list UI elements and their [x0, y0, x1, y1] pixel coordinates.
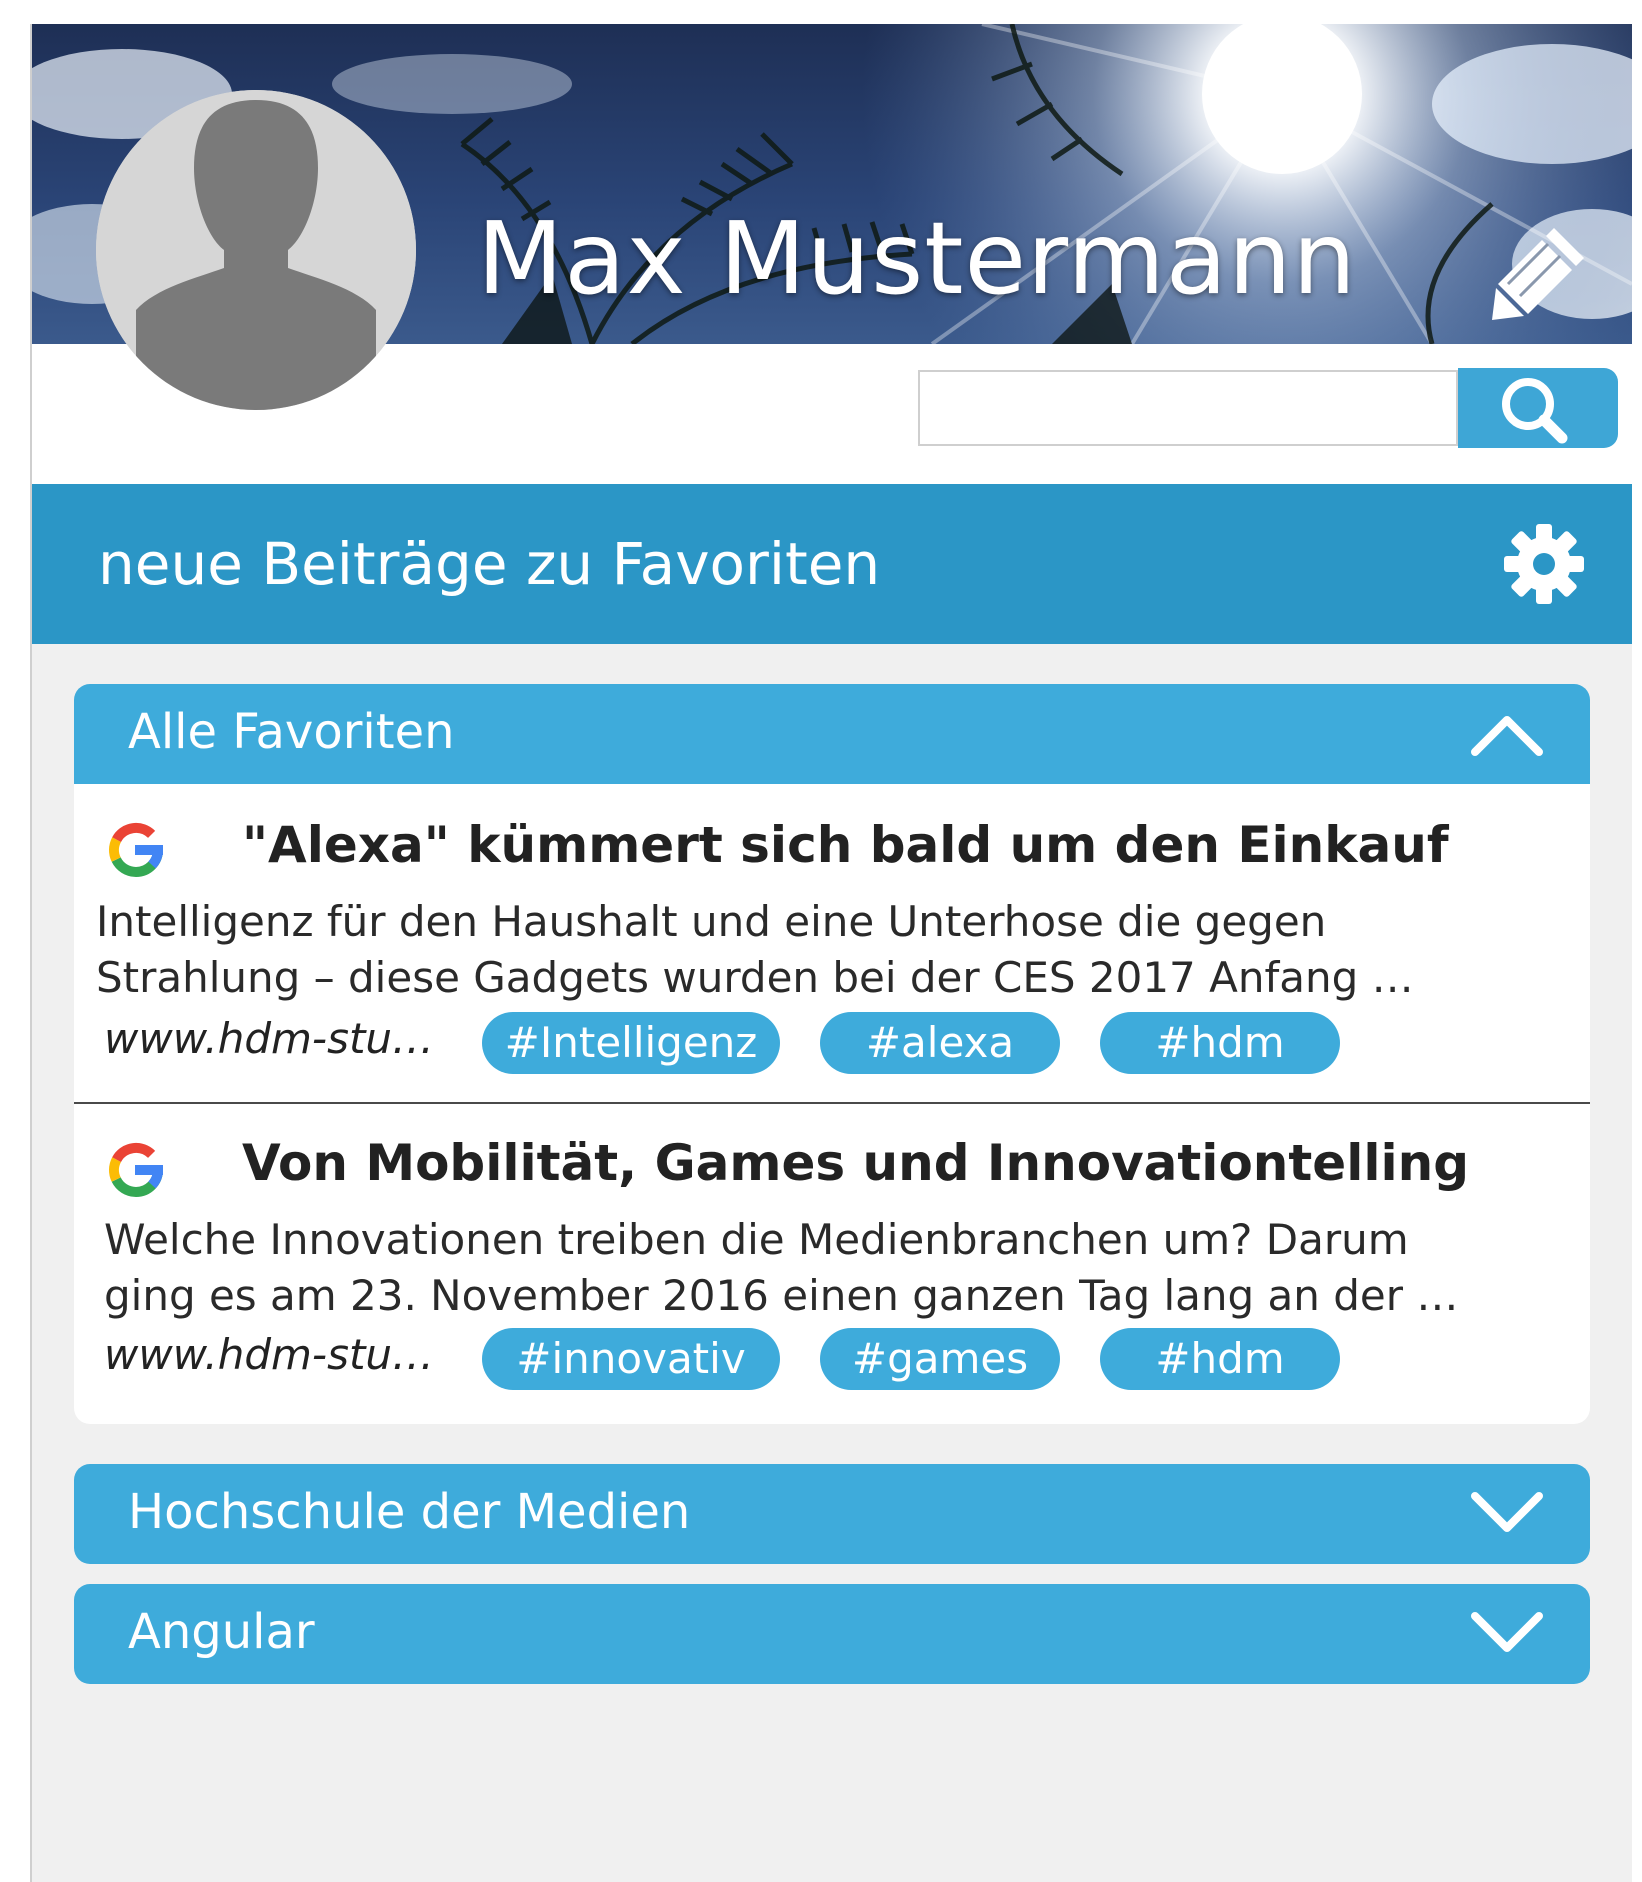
- favorites-app: Max Mustermann neue Beiträge zu Favorite…: [30, 24, 1632, 1882]
- article-title[interactable]: "Alexa" kümmert sich bald um den Einkauf: [242, 816, 1449, 874]
- favorites-group-hdm: Hochschule der Medien: [74, 1464, 1590, 1564]
- accordion-label: Hochschule der Medien: [128, 1484, 691, 1540]
- tag-innovativ[interactable]: #innovativ: [482, 1328, 780, 1390]
- tag-intelligenz[interactable]: #Intelligenz: [482, 1012, 780, 1074]
- tag-hdm[interactable]: #hdm: [1100, 1328, 1340, 1390]
- accordion-header-all-favorites[interactable]: Alle Favoriten: [74, 684, 1590, 784]
- profile-name: Max Mustermann: [477, 200, 1357, 317]
- search-button[interactable]: [1458, 368, 1618, 448]
- favorites-group-angular: Angular: [74, 1584, 1590, 1684]
- gear-icon: [1504, 524, 1584, 604]
- avatar[interactable]: [96, 90, 416, 410]
- tag-alexa[interactable]: #alexa: [820, 1012, 1060, 1074]
- article-url[interactable]: www.hdm-stu…: [104, 1014, 434, 1063]
- article-excerpt-line-1: Intelligenz für den Haushalt und eine Un…: [96, 897, 1327, 946]
- pencil-icon: [1492, 228, 1584, 320]
- tag-games[interactable]: #games: [820, 1328, 1060, 1390]
- accordion-header-hochschule-der-medien[interactable]: Hochschule der Medien: [74, 1464, 1590, 1564]
- chevron-down-icon: [1471, 1612, 1543, 1652]
- article-url[interactable]: www.hdm-stu…: [104, 1330, 434, 1379]
- chevron-down-icon: [1471, 1492, 1543, 1532]
- search-input[interactable]: [918, 370, 1458, 446]
- article-excerpt-line-2: ging es am 23. November 2016 einen ganze…: [104, 1271, 1459, 1320]
- section-header: neue Beiträge zu Favoriten: [32, 484, 1632, 644]
- article-title[interactable]: Von Mobilität, Games und Innovationtelli…: [242, 1134, 1469, 1192]
- accordion-header-angular[interactable]: Angular: [74, 1584, 1590, 1684]
- article-item[interactable]: "Alexa" kümmert sich bald um den Einkauf…: [74, 784, 1590, 1104]
- accordion-body-all-favorites: "Alexa" kümmert sich bald um den Einkauf…: [74, 784, 1590, 1424]
- article-excerpt-line-2: Strahlung – diese Gadgets wurden bei der…: [96, 953, 1414, 1002]
- accordion-label: Angular: [128, 1604, 315, 1660]
- user-silhouette-icon: [96, 90, 416, 410]
- article-item[interactable]: Von Mobilität, Games und Innovationtelli…: [74, 1104, 1590, 1424]
- chevron-up-icon: [1471, 716, 1543, 756]
- accordion-label: Alle Favoriten: [128, 704, 455, 760]
- section-title: neue Beiträge zu Favoriten: [98, 530, 881, 598]
- tag-hdm[interactable]: #hdm: [1100, 1012, 1340, 1074]
- settings-button[interactable]: [1502, 522, 1586, 606]
- search-icon: [1502, 378, 1568, 444]
- google-icon: [109, 1142, 163, 1198]
- google-icon: [109, 822, 163, 878]
- article-excerpt-line-1: Welche Innovationen treiben die Medienbr…: [104, 1215, 1409, 1264]
- edit-profile-button[interactable]: [1492, 220, 1592, 320]
- favorites-group-all: Alle Favoriten "Alexa" kümmert sich bald…: [74, 684, 1590, 1424]
